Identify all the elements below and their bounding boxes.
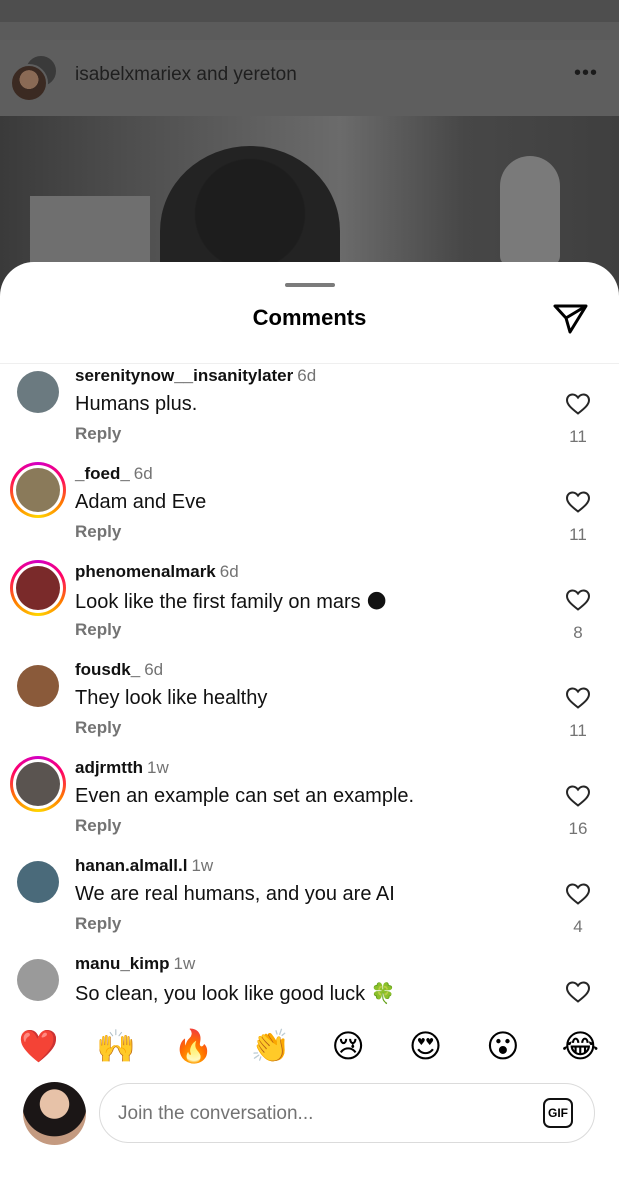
photo-jar: [500, 156, 560, 266]
avatar-wrapper[interactable]: [10, 462, 66, 518]
comment-age: 6d: [133, 464, 153, 483]
username-text[interactable]: hanan.almall.l: [75, 856, 187, 875]
like-count: 8: [573, 623, 583, 642]
comment-age: 6d: [297, 366, 317, 385]
comment-item: manu_kimp 1w So clean, you look like good…: [0, 952, 619, 1009]
status-bar: [0, 0, 619, 22]
reaction-emoji[interactable]: 😢: [322, 1027, 374, 1065]
comment-composer[interactable]: GIF: [99, 1083, 595, 1143]
comment-text: Look like the first family on mars 🌑: [75, 591, 388, 613]
background-post: isabelxmariex and yereton •••: [0, 0, 619, 316]
heart-icon[interactable]: [565, 392, 591, 416]
comment-text: So clean, you look like good luck 🍀: [75, 983, 396, 1005]
reply-button[interactable]: Reply: [75, 620, 121, 640]
comment-username[interactable]: manu_kimp 1w: [75, 954, 195, 974]
avatar-wrapper[interactable]: [10, 952, 66, 1008]
comment-input[interactable]: [116, 1098, 520, 1130]
comment-item: _foed_ 6d Adam and Eve Reply 11: [0, 462, 619, 560]
comment-age: 6d: [219, 562, 239, 581]
like-count: 16: [568, 819, 588, 838]
reaction-emoji[interactable]: 👏: [245, 1027, 297, 1065]
heart-icon[interactable]: [565, 686, 591, 710]
comment-item: adjrmtth 1w Even an example can set an ex…: [0, 756, 619, 854]
comment-text: They look like healthy: [75, 687, 268, 709]
comment-username[interactable]: phenomenalmark 6d: [75, 562, 239, 582]
comment-username[interactable]: hanan.almall.l 1w: [75, 856, 213, 876]
avatar: [17, 861, 59, 903]
like-count: 11: [569, 525, 587, 544]
story-ring: [10, 462, 66, 518]
comment-username[interactable]: serenitynow__insanitylater 6d: [75, 366, 316, 386]
reaction-emoji[interactable]: 😍: [400, 1027, 452, 1065]
comment-item: phenomenalmark 6d Look like the first fam…: [0, 560, 619, 658]
reply-button[interactable]: Reply: [75, 522, 121, 542]
post-author-names[interactable]: isabelxmariex and yereton: [75, 64, 297, 86]
username-text[interactable]: _foed_: [75, 464, 130, 483]
comment-item: hanan.almall.l 1w We are real humans, and…: [0, 854, 619, 952]
avatar: [23, 1082, 86, 1145]
username-text[interactable]: phenomenalmark: [75, 562, 216, 581]
comment-text: Humans plus.: [75, 393, 198, 415]
reply-button[interactable]: Reply: [75, 424, 121, 444]
reaction-emoji[interactable]: 😮: [477, 1027, 529, 1065]
username-text[interactable]: adjrmtth: [75, 758, 143, 777]
comment-age: 1w: [191, 856, 214, 875]
quick-reactions-bar: ❤️ 🙌 🔥 👏 😢 😍 😮 😂: [0, 1010, 619, 1082]
heart-icon[interactable]: [565, 588, 591, 612]
avatar-wrapper[interactable]: [10, 756, 66, 812]
reaction-emoji[interactable]: 🔥: [167, 1027, 219, 1065]
avatar: [16, 566, 60, 610]
comment-list[interactable]: serenitynow__insanitylater 6d Humans plus…: [0, 364, 619, 1009]
story-ring: [10, 560, 66, 616]
like-count: 4: [573, 917, 583, 936]
reply-button[interactable]: Reply: [75, 718, 121, 738]
avatar: [17, 665, 59, 707]
reaction-emoji[interactable]: 🙌: [90, 1027, 142, 1065]
avatar: [16, 468, 60, 512]
sheet-title: Comments: [252, 305, 367, 330]
comment-age: 6d: [144, 660, 164, 679]
avatar: [16, 762, 60, 806]
reaction-emoji[interactable]: ❤️: [13, 1027, 65, 1065]
comment-username[interactable]: fousdk_ 6d: [75, 660, 163, 680]
username-text[interactable]: manu_kimp: [75, 954, 169, 973]
avatar-wrapper[interactable]: [10, 364, 66, 420]
comment-age: 1w: [147, 758, 169, 777]
avatar-wrapper[interactable]: [10, 560, 66, 616]
comment-text: Even an example can set an example.: [75, 785, 415, 807]
username-text[interactable]: fousdk_: [75, 660, 140, 679]
comment-username[interactable]: _foed_ 6d: [75, 464, 153, 484]
comment-item: serenitynow__insanitylater 6d Humans plus…: [0, 364, 619, 462]
story-ring: [10, 756, 66, 812]
reply-button[interactable]: Reply: [75, 816, 121, 836]
avatar: [17, 371, 59, 413]
avatar-wrapper[interactable]: [10, 854, 66, 910]
comment-text: Adam and Eve: [75, 491, 207, 513]
home-indicator-area: [0, 1160, 619, 1200]
reaction-emoji[interactable]: 😂: [554, 1027, 606, 1065]
sheet-grabber[interactable]: [285, 283, 335, 287]
avatar: [10, 64, 48, 102]
heart-icon[interactable]: [565, 784, 591, 808]
reply-button[interactable]: Reply: [75, 914, 121, 934]
username-text[interactable]: serenitynow__insanitylater: [75, 366, 293, 385]
more-horizontal-icon[interactable]: •••: [574, 62, 598, 85]
post-avatars[interactable]: [10, 54, 60, 102]
avatar-wrapper[interactable]: [10, 658, 66, 714]
comment-age: 1w: [173, 954, 196, 973]
like-count: 11: [569, 427, 587, 446]
heart-icon[interactable]: [565, 882, 591, 906]
comment-text: We are real humans, and you are AI: [75, 883, 395, 905]
gif-button[interactable]: GIF: [543, 1098, 573, 1128]
comment-item: fousdk_ 6d They look like healthy Reply 1…: [0, 658, 619, 756]
comment-username[interactable]: adjrmtth 1w: [75, 758, 169, 778]
heart-icon[interactable]: [565, 490, 591, 514]
paper-plane-icon[interactable]: [549, 298, 591, 338]
heart-icon[interactable]: [565, 980, 591, 1004]
like-count: 11: [569, 721, 587, 740]
avatar: [17, 959, 59, 1001]
